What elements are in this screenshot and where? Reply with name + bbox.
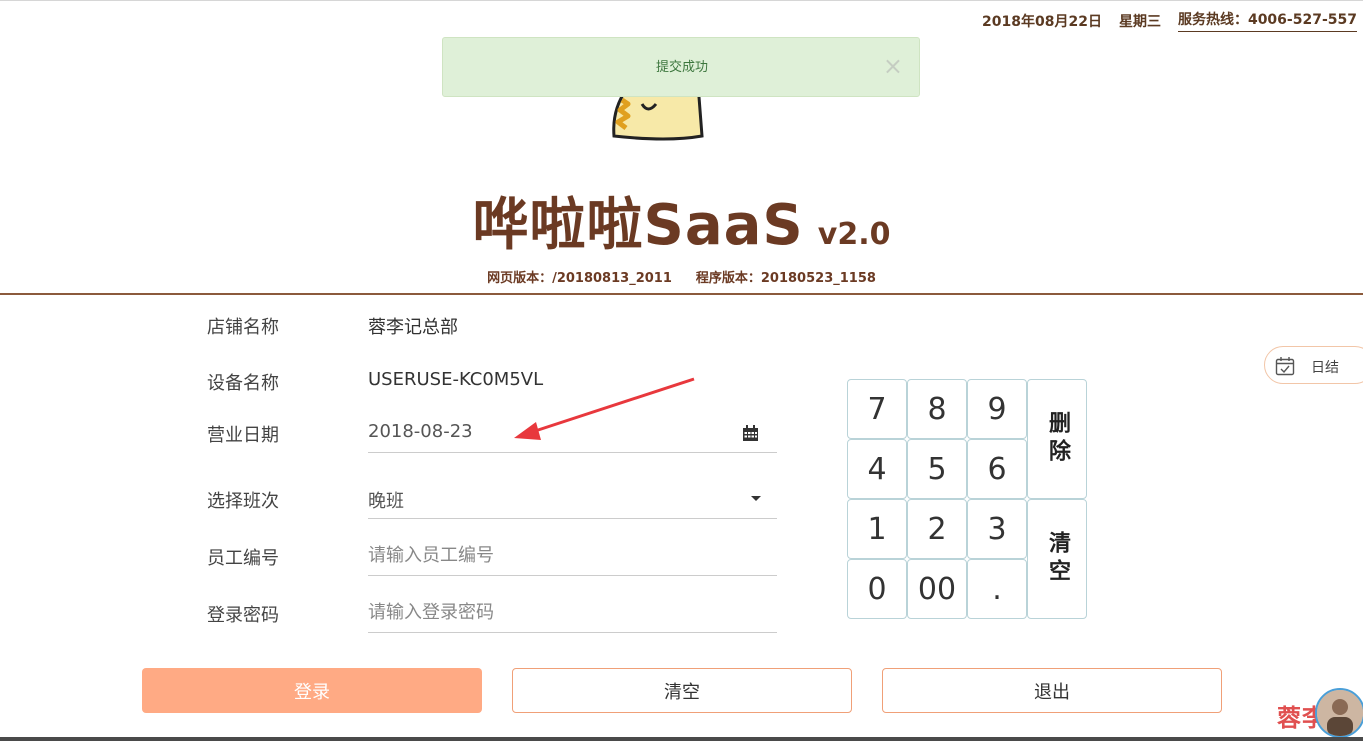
business-date-value: 2018-08-23 [368,421,473,442]
shop-value: 蓉李记总部 [368,317,458,338]
close-icon[interactable]: × [883,54,903,78]
employee-input[interactable] [368,542,728,568]
app-name: 哗啦啦SaaS [472,193,804,258]
key-0[interactable]: 0 [847,559,907,619]
current-date: 2018年08月22日 [982,13,1102,30]
key-7[interactable]: 7 [847,379,907,439]
key-3[interactable]: 3 [967,499,1027,559]
device-value: USERUSE-KC0M5VL [368,369,544,390]
key-clear[interactable]: 清空 [1027,499,1087,619]
key-6[interactable]: 6 [967,439,1027,499]
shift-select[interactable]: 晚班 [368,479,777,519]
clear-button[interactable]: 清空 [512,668,852,713]
app-title: 哗啦啦SaaS v2.0 [0,180,1363,261]
header-divider [0,293,1363,295]
numeric-keypad: 7 8 9 删除 4 5 6 1 2 3 清空 0 00 . [847,379,1087,619]
employee-field[interactable] [368,536,777,576]
key-9[interactable]: 9 [967,379,1027,439]
daily-settlement-button[interactable]: 日结 [1264,346,1363,384]
password-input[interactable] [368,599,728,625]
key-dot[interactable]: . [967,559,1027,619]
key-1[interactable]: 1 [847,499,907,559]
business-date-field[interactable]: 2018-08-23 [368,413,777,453]
shop-row: 店铺名称 蓉李记总部 [207,305,777,345]
calendar-check-icon [1275,357,1295,376]
key-5[interactable]: 5 [907,439,967,499]
shift-row: 选择班次 晚班 [207,479,777,519]
login-button[interactable]: 登录 [142,668,482,713]
calendar-icon[interactable] [742,425,759,442]
toast-message: 提交成功 [655,60,708,75]
exit-button[interactable]: 退出 [882,668,1222,713]
key-8[interactable]: 8 [907,379,967,439]
password-field[interactable] [368,593,777,633]
avatar[interactable] [1315,688,1363,738]
password-row: 登录密码 [207,593,777,633]
taskbar-strip [0,737,1363,741]
service-hotline: 服务热线：4006-527-557 [1177,9,1357,32]
daily-settlement-label: 日结 [1311,360,1339,376]
program-version: 程序版本：20180523_1158 [695,271,876,286]
header-info: 2018年08月22日 星期三 服务热线：4006-527-557 [982,9,1357,32]
avatar-image [1317,690,1363,736]
version-info: 网页版本：/20180813_2011 程序版本：20180523_1158 [0,267,1363,286]
top-border [0,0,1363,1]
success-toast: 提交成功 × [442,37,920,97]
current-weekday: 星期三 [1118,13,1161,30]
employee-row: 员工编号 [207,536,777,576]
key-4[interactable]: 4 [847,439,907,499]
key-delete[interactable]: 删除 [1027,379,1087,499]
shop-label: 店铺名称 [207,317,279,338]
key-2[interactable]: 2 [907,499,967,559]
app-version: v2.0 [817,217,891,252]
device-label: 设备名称 [207,373,279,394]
password-label: 登录密码 [207,605,279,626]
shift-label: 选择班次 [207,491,279,512]
business-date-label: 营业日期 [207,425,279,446]
chevron-down-icon[interactable] [751,496,761,501]
business-date-row: 营业日期 2018-08-23 [207,413,777,453]
employee-label: 员工编号 [207,548,279,569]
shift-value: 晚班 [368,491,404,512]
web-version: 网页版本：/20180813_2011 [487,271,672,286]
key-00[interactable]: 00 [907,559,967,619]
device-row: 设备名称 USERUSE-KC0M5VL [207,361,777,401]
